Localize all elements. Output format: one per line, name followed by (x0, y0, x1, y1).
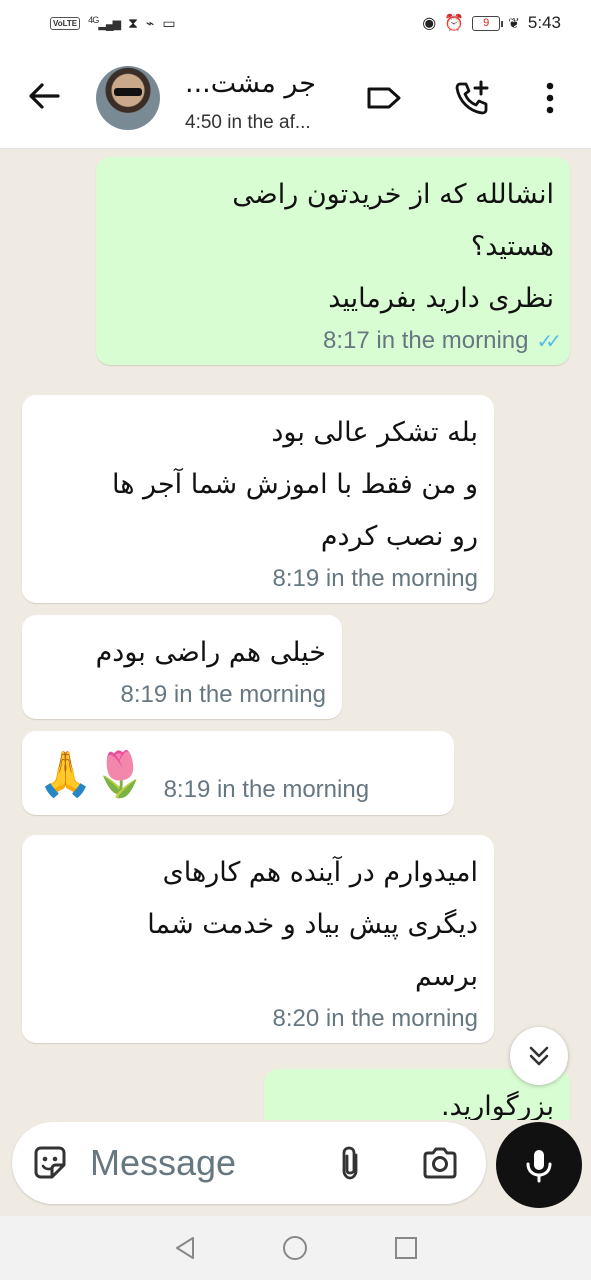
laptop-icon: ▭ (162, 14, 176, 31)
contact-name[interactable]: جر مشت... (185, 68, 345, 99)
message-bubble-in[interactable]: خیلی هم راضی بودم 8:19 in the morning (22, 615, 342, 719)
camera-icon[interactable] (420, 1143, 460, 1183)
nav-recents-icon[interactable] (392, 1234, 420, 1262)
alarm-icon: ⏰ (444, 15, 465, 32)
eye-icon: ◉ (422, 15, 437, 32)
volte-badge: VoLTE (50, 16, 81, 30)
avatar-glasses (114, 88, 142, 96)
chat-area[interactable]: انشالله که از خریدتون راضی هستید؟ نظری د… (0, 149, 591, 1120)
message-bubble-in[interactable]: 🙏🌷 8:19 in the morning (22, 731, 454, 815)
message-input[interactable]: Message (90, 1142, 236, 1184)
nav-home-icon[interactable] (281, 1234, 309, 1262)
message-line: امیدوارم در آینده هم کارهای (162, 857, 478, 888)
network-type: 4G (88, 15, 99, 26)
nav-back-icon[interactable] (171, 1234, 199, 1262)
message-line: بله تشکر عالی بود (271, 417, 478, 448)
message-composer[interactable]: Message (12, 1122, 486, 1204)
message-line: نظری دارید بفرمایید (328, 283, 554, 314)
attach-icon[interactable] (330, 1143, 370, 1183)
more-options-icon[interactable] (530, 78, 570, 118)
sticker-icon[interactable] (30, 1143, 70, 1183)
message-line: هستید؟ (470, 231, 554, 262)
message-time: 8:19 in the morning (120, 681, 326, 708)
message-bubble-in[interactable]: امیدوارم در آینده هم کارهای دیگری پیش بی… (22, 835, 494, 1043)
message-text: امیدوارم در آینده هم کارهای دیگری پیش بی… (38, 847, 478, 1003)
add-call-icon[interactable] (452, 78, 492, 118)
message-line: برسم (414, 961, 478, 992)
read-ticks-icon: ✓✓ (536, 330, 561, 353)
emoji-message: 🙏🌷 (38, 749, 148, 800)
voice-message-button[interactable] (496, 1122, 582, 1208)
status-left: VoLTE 4G▂▄▆ ⧗ ⌁ ▭ (50, 15, 176, 32)
message-line: و من فقط با اموزش شما آجر ها (112, 469, 478, 500)
scroll-to-bottom-button[interactable] (510, 1027, 568, 1085)
microphone-icon (526, 1150, 552, 1183)
message-line: دیگری پیش بیاد و خدمت شما (147, 909, 478, 940)
message-meta: 8:19 in the morning (164, 776, 369, 804)
signal-icon: 4G▂▄▆ (88, 15, 121, 31)
message-meta: 8:20 in the morning (38, 1005, 478, 1033)
status-right: ◉ ⏰ 9 ❦ 5:43 (422, 13, 561, 33)
label-icon[interactable] (364, 78, 404, 118)
message-text: خیلی هم راضی بودم (38, 627, 326, 679)
status-bar: VoLTE 4G▂▄▆ ⧗ ⌁ ▭ ◉ ⏰ 9 ❦ 5:43 (0, 0, 591, 46)
battery-icon: 9 (472, 15, 504, 31)
message-line: بزرگوارید. (440, 1091, 554, 1120)
double-chevron-down-icon (529, 1046, 549, 1066)
hourglass-icon: ⧗ (128, 14, 138, 31)
message-bubble-in[interactable]: بله تشکر عالی بود و من فقط با اموزش شما … (22, 395, 494, 603)
last-seen: 4:50 in the af... (185, 112, 311, 133)
message-text: بزرگوارید. (280, 1081, 554, 1120)
message-time: 8:20 in the morning (272, 1005, 478, 1032)
message-bubble-out[interactable]: انشالله که از خریدتون راضی هستید؟ نظری د… (96, 157, 570, 365)
message-text: انشالله که از خریدتون راضی هستید؟ نظری د… (112, 169, 554, 325)
message-line: انشالله که از خریدتون راضی (232, 179, 554, 210)
message-meta: 8:17 in the morning ✓✓ (112, 327, 562, 355)
cleaner-icon: ⌁ (145, 14, 155, 31)
emoji-row: 🙏🌷 8:19 in the morning (38, 745, 438, 805)
message-line: خیلی هم راضی بودم (95, 637, 326, 668)
message-time: 8:19 in the morning (272, 565, 478, 592)
message-time: 8:17 in the morning (323, 327, 529, 354)
message-meta: 8:19 in the morning (38, 565, 478, 593)
avatar[interactable] (96, 66, 160, 130)
chat-header: جر مشت... 4:50 in the af... (0, 46, 591, 149)
message-line: رو نصب کردم (320, 521, 478, 552)
message-text: بله تشکر عالی بود و من فقط با اموزش شما … (38, 407, 478, 563)
back-arrow-icon[interactable] (24, 76, 64, 116)
message-time: 8:19 in the morning (163, 776, 370, 803)
leaf-icon: ❦ (508, 14, 520, 31)
message-meta: 8:19 in the morning (38, 681, 326, 709)
status-time: 5:43 (527, 13, 561, 32)
system-nav-bar (0, 1216, 591, 1280)
